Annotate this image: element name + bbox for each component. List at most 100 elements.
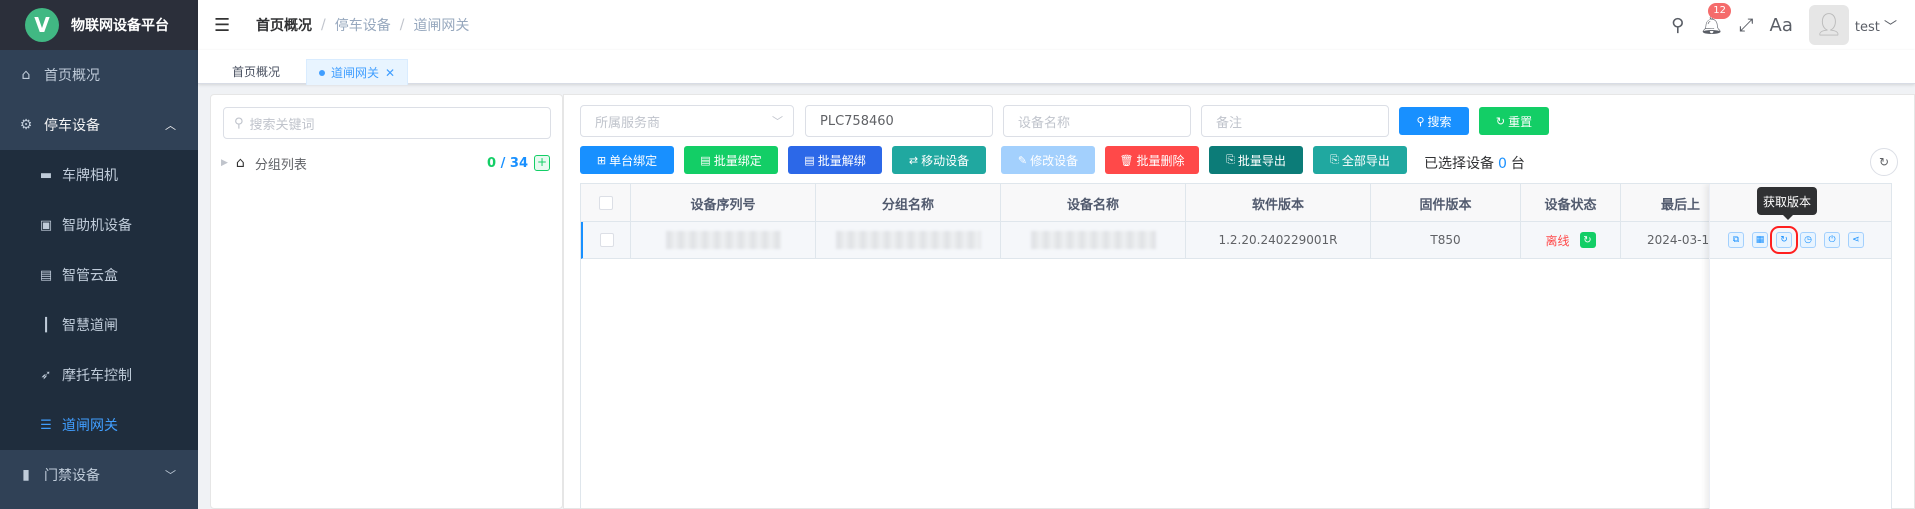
export-all-button[interactable]: ⎘ 全部导出 [1313, 146, 1407, 174]
batch-bind-button[interactable]: ▤ 批量绑定 [684, 146, 778, 174]
software-version-cell: 1.2.20.240229001R [1186, 222, 1371, 258]
fullscreen-icon[interactable]: ⤢ [1739, 15, 1753, 36]
get-version-icon[interactable]: ↻ [1770, 226, 1798, 254]
cloud-box-icon: ▤ [39, 267, 53, 283]
count-total: 34 [509, 155, 528, 171]
select-all-checkbox[interactable] [598, 196, 613, 210]
remark-input[interactable]: 备注 [1201, 105, 1389, 137]
provider-select[interactable]: 所属服务商 ﹀ [580, 105, 794, 137]
sidebar-item-plate-camera[interactable]: ▬ 车牌相机 [0, 150, 198, 200]
tree-search-input[interactable]: ⚲ 搜索关键词 [223, 107, 551, 139]
sidebar-item-label: 门禁设备 [44, 468, 100, 484]
firmware-version-cell: T850 [1371, 222, 1521, 258]
device-name-cell [1001, 222, 1186, 258]
provider-placeholder: 所属服务商 [595, 115, 661, 131]
sidebar-item-smart-gate[interactable]: ┃ 智慧道闸 [0, 300, 198, 350]
tag-home[interactable]: 首页概况 [220, 59, 292, 85]
power-icon[interactable]: ⏻ [1824, 232, 1840, 248]
row-checkbox[interactable] [599, 233, 614, 247]
add-group-icon[interactable]: + [534, 155, 550, 171]
batch-bind-label: 批量绑定 [713, 153, 762, 168]
remark-placeholder: 备注 [1216, 115, 1243, 131]
tags-view: 首页概况 道闸网关 ✕ [198, 50, 1915, 85]
sidebar-item-door-access[interactable]: ▮ 门禁设备 ﹀ [0, 450, 198, 500]
gate-icon: ┃ [42, 317, 50, 333]
breadcrumb-item[interactable]: 首页概况 [256, 15, 312, 35]
reset-label: 重置 [1508, 114, 1533, 129]
move-device-button[interactable]: ⇄ 移动设备 [892, 146, 986, 174]
clock-icon[interactable]: ◷ [1800, 232, 1816, 248]
close-icon[interactable]: ✕ [385, 66, 395, 80]
font-size-icon[interactable]: Aa [1770, 15, 1793, 36]
batch-delete-label: 批量删除 [1136, 153, 1185, 168]
move-device-label: 移动设备 [921, 153, 970, 168]
batch-export-button[interactable]: ⎘ 批量导出 [1209, 146, 1303, 174]
bell-icon[interactable]: 🔔︎ 12 [1700, 2, 1732, 36]
copy-icon[interactable]: ⧉ [1728, 232, 1744, 248]
refresh-icon: ↻ [1878, 155, 1890, 169]
search-icon: ⚲ [1416, 114, 1425, 128]
selected-suffix: 台 [1510, 156, 1525, 172]
door-access-icon: ▮ [22, 467, 30, 483]
edit-device-button[interactable]: ✎ 修改设备 [1001, 146, 1095, 174]
avatar[interactable]: 👤︎ [1808, 5, 1849, 45]
table-row[interactable]: 1.2.20.240229001R T850 离线 ↻ 2024-03-15 [581, 222, 1891, 259]
tree-node-root[interactable]: ▶ ⌂ 分组列表 0 / 34 + [221, 151, 556, 175]
search-icon: ⚲ [234, 115, 244, 131]
group-cell [816, 222, 1001, 258]
reset-button[interactable]: ↻ 重置 [1479, 107, 1549, 135]
serial-input[interactable]: PLC758460 [805, 105, 993, 137]
single-bind-label: 单台绑定 [609, 153, 658, 168]
breadcrumb-item[interactable]: 停车设备 [335, 15, 391, 35]
tooltip: 获取版本 [1757, 187, 1817, 220]
column-header: 分组名称 [816, 184, 1001, 222]
detail-icon[interactable]: ▦ [1752, 232, 1768, 248]
device-table: 设备序列号 分组名称 设备名称 软件版本 固件版本 设备状态 最后上 1.2.2… [580, 183, 1892, 509]
chevron-down-icon: ﹀ [772, 115, 783, 128]
redacted-value [1030, 231, 1156, 249]
plus-square-icon: ⊞ [596, 153, 607, 167]
sync-status-icon[interactable]: ↻ [1579, 232, 1596, 248]
refresh-table-button[interactable]: ↻ [1870, 148, 1898, 176]
group-tree-panel: ⚲ 搜索关键词 ▶ ⌂ 分组列表 0 / 34 + [210, 94, 563, 509]
sidebar-item-gateway[interactable]: ☰ 道闸网关 [0, 400, 198, 450]
sidebar-item-label: 车牌相机 [62, 168, 118, 184]
count-online: 0 [487, 155, 497, 171]
sidebar-item-motorcycle[interactable]: ➶ 摩托车控制 [0, 350, 198, 400]
search-label: 搜索 [1427, 114, 1452, 129]
chevron-down-icon: ﹀ [165, 469, 176, 482]
single-bind-button[interactable]: ⊞ 单台绑定 [580, 146, 674, 174]
selected-prefix: 已选择设备 [1424, 156, 1494, 172]
device-name-input[interactable]: 设备名称 [1003, 105, 1191, 137]
operations-row: ⧉ ▦ ↻ ◷ ⏻ ⋖ [1710, 222, 1891, 259]
share-icon[interactable]: ⋖ [1848, 232, 1864, 248]
row-checkbox-cell [583, 222, 631, 258]
batch-unbind-button[interactable]: ▤ 批量解绑 [788, 146, 882, 174]
tag-gateway[interactable]: 道闸网关 ✕ [306, 59, 409, 85]
search-button[interactable]: ⚲ 搜索 [1399, 107, 1469, 135]
sidebar-item-label: 首页概况 [44, 68, 100, 84]
username[interactable]: test ﹀ [1855, 16, 1897, 35]
edit-device-label: 修改设备 [1030, 153, 1079, 168]
table-header: 设备序列号 分组名称 设备名称 软件版本 固件版本 设备状态 最后上 [581, 184, 1891, 222]
home-icon: ⌂ [21, 67, 31, 83]
home-icon: ⌂ [235, 155, 245, 171]
selected-count: 0 [1498, 156, 1507, 172]
batch-delete-button[interactable]: 🗑︎ 批量删除 [1105, 146, 1199, 174]
sidebar-item-kiosk[interactable]: ▣ 智助机设备 [0, 200, 198, 250]
edit-icon: ✎ [1017, 153, 1028, 167]
export-icon: ⎘ [1330, 153, 1339, 166]
sidebar-item-home[interactable]: ⌂ 首页概况 [0, 50, 198, 100]
caret-right-icon[interactable]: ▶ [221, 158, 228, 168]
sidebar-item-parking-device[interactable]: ⚙ 停车设备 ︿ [0, 100, 198, 150]
device-name-placeholder: 设备名称 [1018, 115, 1071, 131]
export-all-label: 全部导出 [1341, 153, 1390, 168]
column-header: 设备状态 [1521, 184, 1621, 222]
hamburger-icon[interactable]: ☰ [214, 15, 234, 36]
serial-cell [631, 222, 816, 258]
search-icon[interactable]: ⚲ [1671, 15, 1684, 36]
sidebar-item-label: 停车设备 [44, 118, 100, 134]
batch-export-label: 批量导出 [1237, 153, 1286, 168]
sidebar-item-cloud-box[interactable]: ▤ 智管云盒 [0, 250, 198, 300]
tree-node-label: 分组列表 [254, 157, 307, 173]
